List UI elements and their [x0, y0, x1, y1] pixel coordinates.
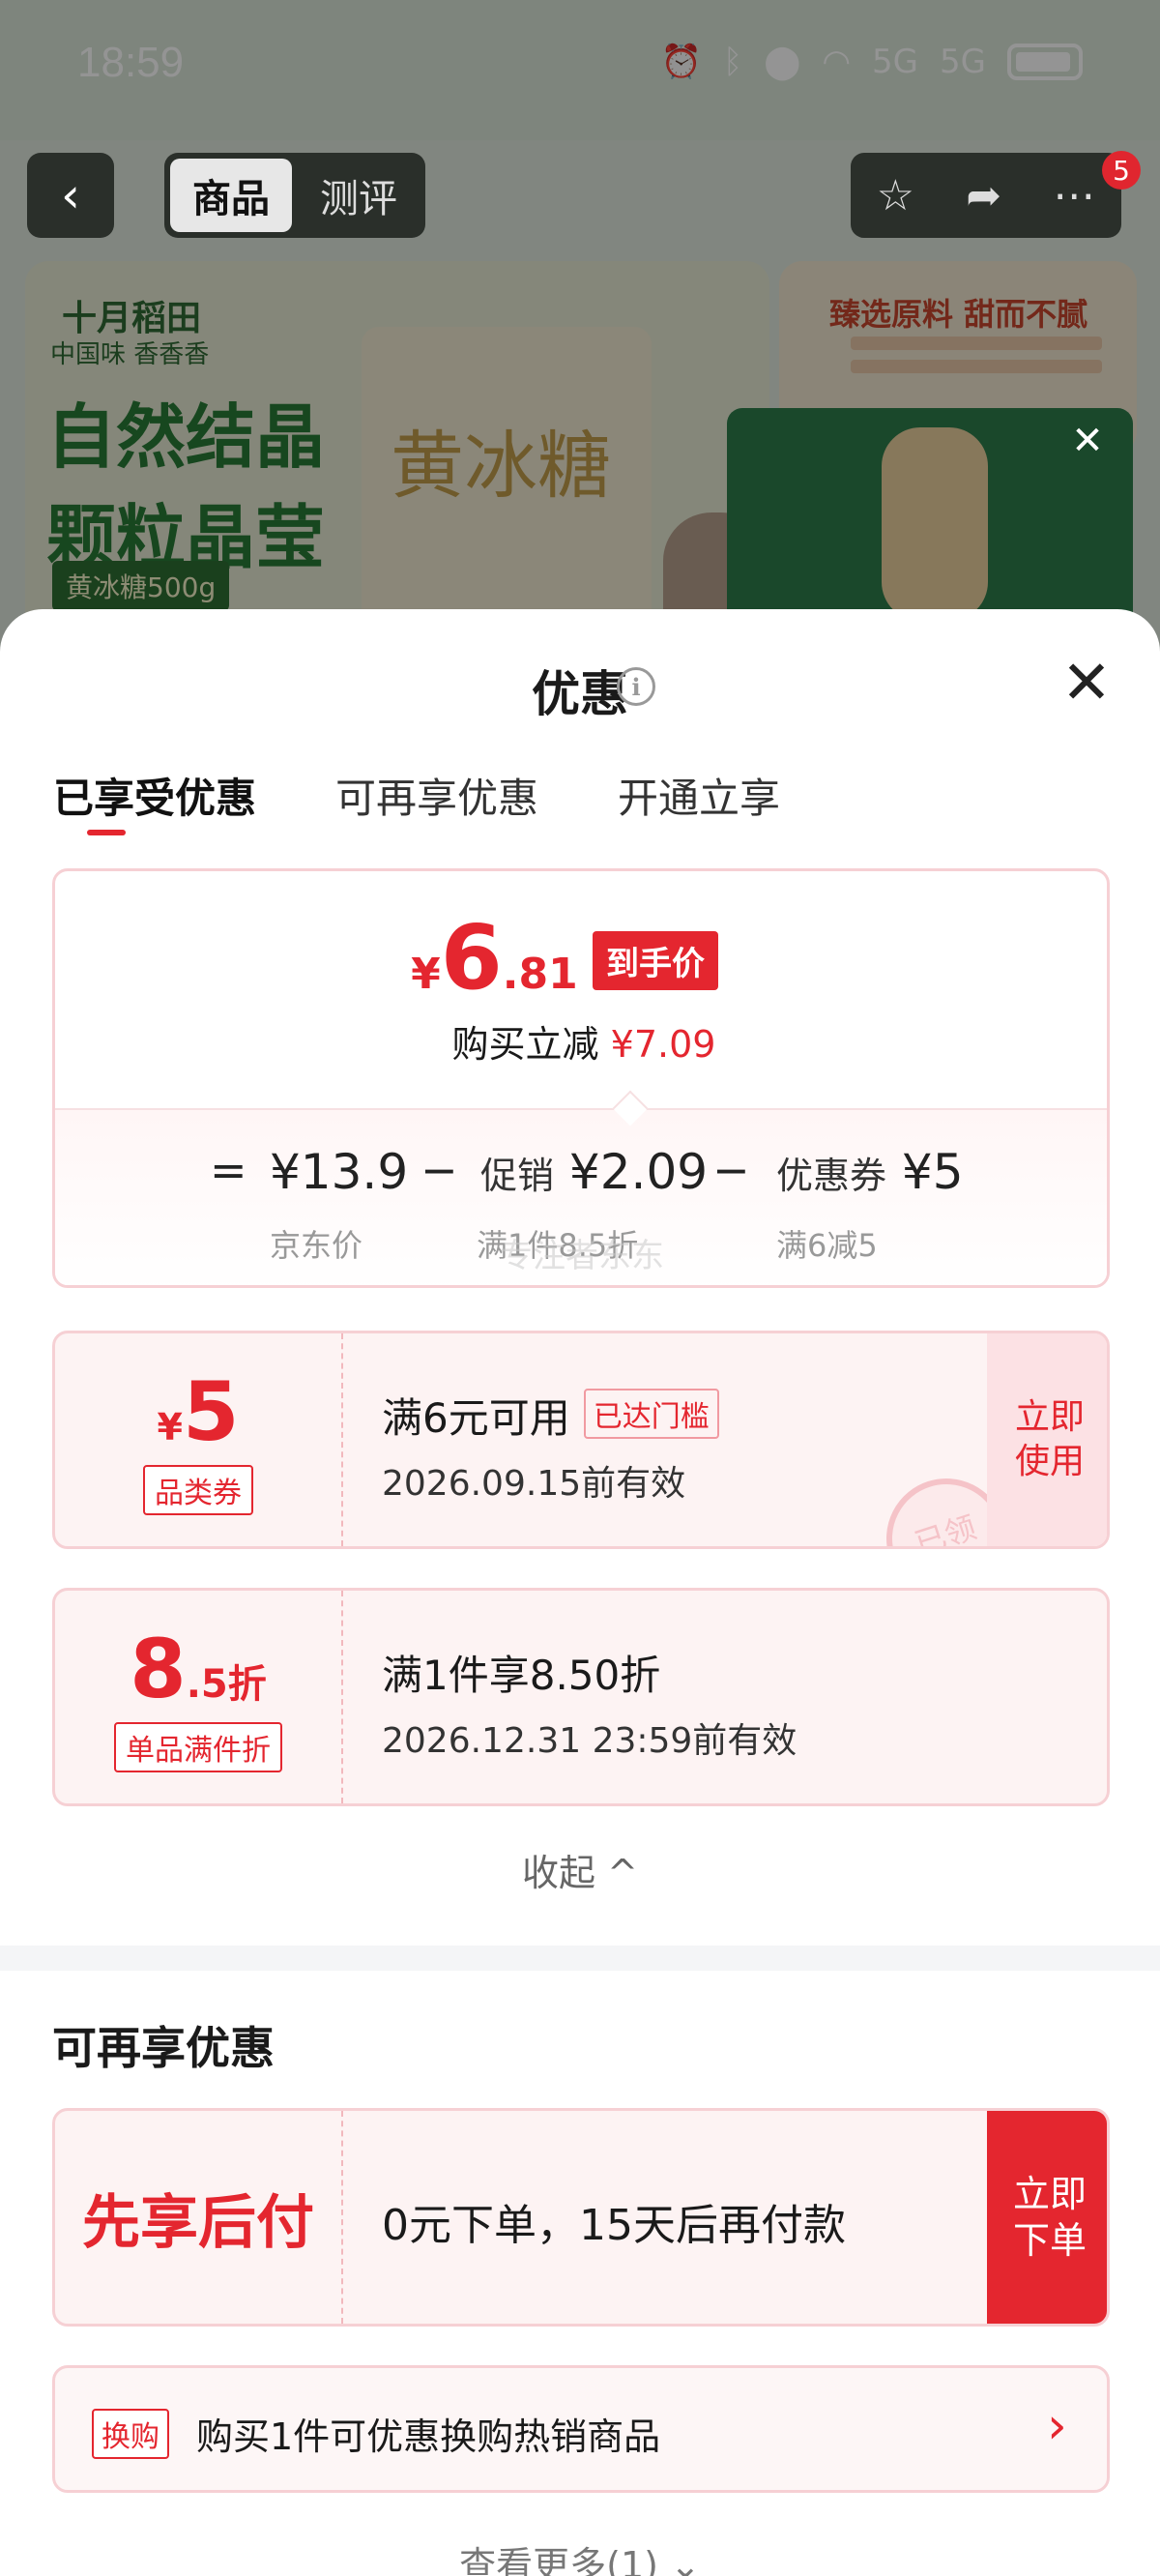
- coupon-title: 满6元可用 已达门槛: [382, 1386, 719, 1445]
- minus-sign: −: [712, 1144, 750, 1196]
- info-icon[interactable]: i: [617, 667, 655, 706]
- use-now-label: 立即使用: [1014, 1397, 1085, 1481]
- arrival-price-tag: 到手价: [593, 931, 718, 990]
- tab-more-available[interactable]: 可再享优惠: [335, 766, 538, 843]
- coupon-sub: 满6减5: [776, 1227, 878, 1264]
- coupon-label: 优惠券: [776, 1155, 887, 1197]
- base-price-label: 京东价: [270, 1227, 363, 1264]
- coupon-divider: [341, 1591, 343, 1803]
- final-price-int: 6: [440, 906, 503, 1010]
- coupon-valid-date: 2026.09.15前有效: [382, 1464, 686, 1504]
- coupon-value: 5: [183, 1364, 240, 1459]
- more-icon[interactable]: ⋯: [1053, 171, 1095, 220]
- exchange-offer-row[interactable]: 换购 购买1件可优惠换购热销商品 ›: [52, 2365, 1110, 2493]
- coupon-amount-block: ¥5 品类券: [55, 1333, 341, 1546]
- currency-symbol: ¥: [411, 950, 441, 999]
- discount-tabs: 已享受优惠 可再享优惠 开通立享: [53, 766, 780, 843]
- base-price: ¥13.9: [270, 1144, 409, 1200]
- discount-valid-date: 2026.12.31 23:59前有效: [382, 1721, 798, 1761]
- equals-sign: =: [210, 1144, 247, 1196]
- order-now-button[interactable]: 立即下单: [987, 2111, 1107, 2324]
- coupon-type-tag: 品类券: [143, 1465, 253, 1515]
- coupon-card-category: ¥5 品类券 满6元可用 已达门槛 2026.09.15前有效 已领 立即使用: [52, 1331, 1110, 1549]
- exchange-tag: 换购: [92, 2409, 169, 2459]
- promo-value: 促销 ¥2.09: [480, 1144, 708, 1200]
- bnpl-description: 0元下单，15天后再付款: [382, 2201, 846, 2250]
- discount-title: 满1件享8.50折: [382, 1652, 661, 1699]
- coupon-title-text: 满6元可用: [382, 1394, 570, 1442]
- order-now-label: 立即下单: [1012, 2173, 1087, 2262]
- discount-amount: 8.5折: [130, 1622, 266, 1716]
- bnpl-name: 先享后付: [82, 2188, 314, 2257]
- coupon-divider: [341, 1333, 343, 1546]
- bnpl-card: 先享后付 0元下单，15天后再付款 立即下单: [52, 2108, 1110, 2327]
- coupon-card-discount: 8.5折 单品满件折 满1件享8.50折 2026.12.31 23:59前有效: [52, 1588, 1110, 1806]
- tab-enjoyed[interactable]: 已享受优惠: [53, 766, 256, 843]
- back-icon: ‹: [61, 167, 80, 223]
- discount-suffix: .5折: [186, 1662, 267, 1707]
- coupon-currency: ¥: [157, 1406, 183, 1449]
- use-now-button[interactable]: 立即使用: [987, 1333, 1107, 1546]
- see-more-button[interactable]: 查看更多(1) ⌄: [0, 2535, 1160, 2576]
- discount-type-tag: 单品满件折: [114, 1722, 282, 1772]
- reduce-label: 购买立减: [451, 1023, 599, 1066]
- promo-label: 促销: [480, 1155, 555, 1197]
- reduce-amount: ¥7.09: [610, 1023, 716, 1066]
- threshold-badge: 已达门槛: [583, 1389, 719, 1439]
- tab-product[interactable]: 商品: [170, 159, 292, 232]
- final-price-dec: .81: [502, 950, 578, 999]
- nav-actions: ☆ ➦ ⋯: [851, 153, 1121, 238]
- tab-activate[interactable]: 开通立享: [618, 766, 780, 843]
- tab-underline: [87, 830, 126, 835]
- discount-amount-block: 8.5折 单品满件折: [55, 1591, 341, 1803]
- discount-sheet: 优惠 i ✕ 已享受优惠 可再享优惠 开通立享 ¥6.81 到手价 购买立减 ¥…: [0, 609, 1160, 2576]
- sheet-title: 优惠: [532, 666, 628, 722]
- product-page-background: 18:59 ⏰ ᛒ ⬤ ◠ 5G 5G 十月稻田 中国味 香香香 自然结晶 颗粒…: [0, 0, 1160, 677]
- coupon-amount: ¥5: [901, 1144, 964, 1200]
- coupon-divider: [341, 2111, 343, 2324]
- modal-scrim[interactable]: [0, 0, 1160, 677]
- coupon-amount: ¥5: [158, 1364, 240, 1459]
- star-icon[interactable]: ☆: [877, 171, 914, 220]
- chevron-right-icon: ›: [1047, 2397, 1067, 2455]
- section-divider: [0, 1946, 1160, 1971]
- nav-tabs: 商品 测评: [164, 153, 425, 238]
- promo-amount: ¥2.09: [568, 1144, 709, 1200]
- close-button[interactable]: ✕: [1056, 652, 1117, 714]
- discount-value: 8: [130, 1622, 187, 1716]
- close-icon[interactable]: ✕: [1054, 414, 1121, 468]
- coupon-value: 优惠券 ¥5: [776, 1144, 964, 1200]
- minus-sign: −: [420, 1144, 458, 1196]
- notification-badge: 5: [1102, 151, 1141, 190]
- final-price: ¥6.81: [55, 906, 1107, 1010]
- section-title-more: 可再享优惠: [52, 2022, 275, 2074]
- price-equation: = ¥13.9 − 促销 ¥2.09 − 优惠券 ¥5: [55, 1144, 1107, 1202]
- watermark: 专注者东东: [500, 1237, 664, 1275]
- collapse-button[interactable]: 收起 ^: [0, 1843, 1160, 1896]
- exchange-text: 购买1件可优惠换购热销商品: [196, 2415, 661, 2458]
- back-button[interactable]: ‹: [27, 153, 114, 238]
- share-icon[interactable]: ➦: [966, 171, 1001, 220]
- tab-review[interactable]: 测评: [298, 159, 420, 232]
- reduce-line: 购买立减 ¥7.09: [55, 1014, 1107, 1068]
- price-summary-card: ¥6.81 到手价 购买立减 ¥7.09 = ¥13.9 − 促销 ¥2.09 …: [52, 868, 1110, 1288]
